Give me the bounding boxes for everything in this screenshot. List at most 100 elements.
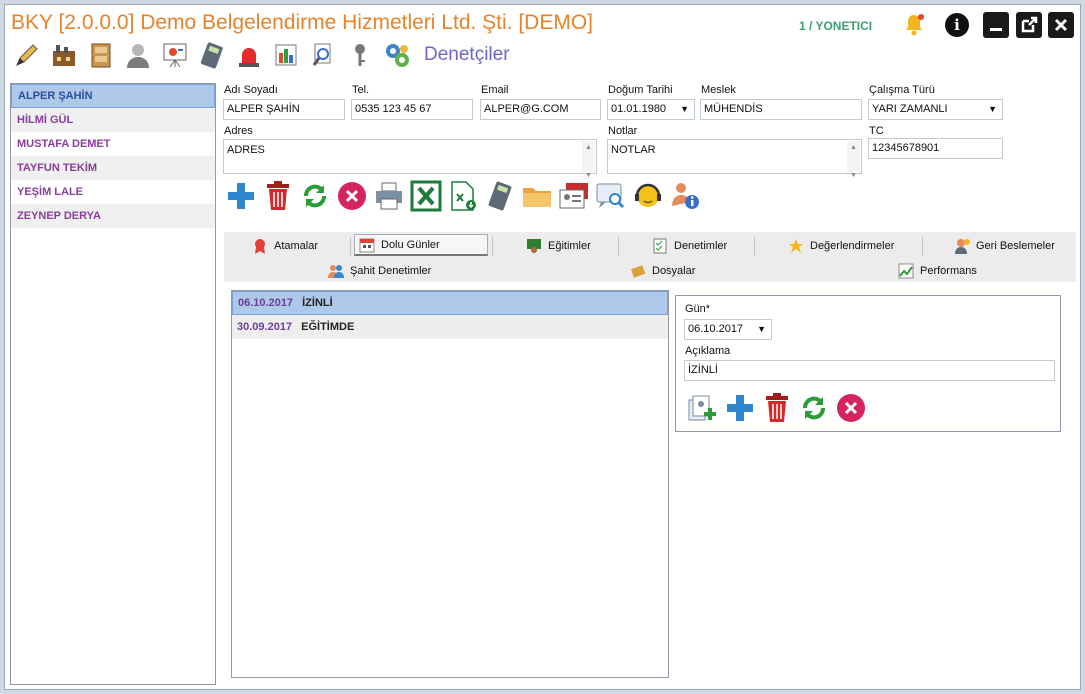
alarm-light-icon[interactable] <box>233 39 265 71</box>
description-label: Açıklama <box>685 345 731 357</box>
divider <box>922 237 923 256</box>
folder-icon[interactable] <box>520 179 554 213</box>
print-button[interactable] <box>372 179 406 213</box>
tab-sahit-denetimler[interactable]: Şahit Denetimler <box>324 260 464 282</box>
add-button[interactable] <box>224 179 258 213</box>
cabinet-icon[interactable] <box>85 39 117 71</box>
presentation-icon[interactable] <box>159 39 191 71</box>
list-item[interactable]: MUSTAFA DEMET <box>11 132 215 156</box>
id-card-icon[interactable] <box>557 179 591 213</box>
refresh-button[interactable] <box>298 179 332 213</box>
address-label: Adres <box>224 125 253 137</box>
birthdate-value: 01.01.1980 <box>611 103 667 115</box>
scrollbar[interactable]: ▲ ▼ <box>847 141 860 179</box>
description-field[interactable]: İZİNLİ <box>684 360 1055 381</box>
address-value: ADRES <box>227 144 265 156</box>
day-label: Gün* <box>685 303 711 315</box>
tc-label: TC <box>869 125 884 137</box>
list-item[interactable]: HİLMİ GÜL <box>11 108 215 132</box>
gears-icon[interactable] <box>381 39 413 71</box>
chevron-down-icon[interactable]: ▼ <box>988 100 997 119</box>
tab-dolu-gunler[interactable]: Dolu Günler <box>354 234 488 256</box>
files-icon <box>630 263 646 279</box>
name-field[interactable]: ALPER ŞAHİN <box>223 99 345 120</box>
calculator-icon[interactable] <box>483 179 517 213</box>
key-icon[interactable] <box>344 39 376 71</box>
window-title: BKY [2.0.0.0] Demo Belgelendirme Hizmetl… <box>11 11 594 34</box>
popout-button[interactable] <box>1016 12 1042 38</box>
tab-dosyalar[interactable]: Dosyalar <box>626 260 726 282</box>
job-label: Meslek <box>701 84 736 96</box>
tab-atamalar[interactable]: Atamalar <box>248 235 348 257</box>
chevron-down-icon[interactable]: ▼ <box>680 100 689 119</box>
current-user[interactable]: 1 / YONETICI <box>799 19 872 33</box>
tc-field[interactable]: 12345678901 <box>868 138 1003 159</box>
tab-degerlendirmeler[interactable]: Değerlendirmeler <box>784 235 924 257</box>
close-window-button[interactable] <box>1048 12 1074 38</box>
notes-value: NOTLAR <box>611 144 656 156</box>
action-toolbar <box>224 179 702 213</box>
busy-days-list: 06.10.2017 İZİNLİ 30.09.2017 EĞİTİMDE <box>231 290 669 678</box>
add-button[interactable] <box>723 391 756 424</box>
divider <box>350 237 351 256</box>
email-field[interactable]: ALPER@G.COM <box>480 99 601 120</box>
list-item[interactable]: ALPER ŞAHİN <box>11 84 215 108</box>
birthdate-picker[interactable]: 01.01.1980 ▼ <box>607 99 695 120</box>
worktype-select[interactable]: YARI ZAMANLI ▼ <box>868 99 1003 120</box>
info-icon[interactable]: i <box>945 13 969 37</box>
day-picker[interactable]: 06.10.2017 ▼ <box>684 319 772 340</box>
feedback-user-icon <box>954 238 970 254</box>
person-icon[interactable] <box>122 39 154 71</box>
detail-toolbar <box>686 391 867 424</box>
tab-denetimler[interactable]: Denetimler <box>648 235 758 257</box>
excel-icon[interactable] <box>409 179 443 213</box>
phone-field[interactable]: 0535 123 45 67 <box>351 99 473 120</box>
bell-icon[interactable] <box>901 12 927 38</box>
tab-performans[interactable]: Performans <box>894 260 1004 282</box>
training-icon <box>526 238 542 254</box>
delete-button[interactable] <box>261 179 295 213</box>
copy-add-button[interactable] <box>686 391 719 424</box>
message-search-icon[interactable] <box>594 179 628 213</box>
day-description: EĞİTİMDE <box>301 321 355 333</box>
factory-icon[interactable] <box>48 39 80 71</box>
list-item[interactable]: YEŞİM LALE <box>11 180 215 204</box>
edit-icon[interactable] <box>11 39 43 71</box>
day-date: 06.10.2017 <box>238 297 294 309</box>
tab-label: Dosyalar <box>652 265 696 277</box>
minimize-button[interactable] <box>983 12 1009 38</box>
tab-label: Şahit Denetimler <box>350 265 432 277</box>
search-doc-icon[interactable] <box>307 39 339 71</box>
tab-label: Atamalar <box>274 240 319 252</box>
users-icon <box>328 263 344 279</box>
checklist-icon <box>652 238 668 254</box>
tab-bar: Atamalar Dolu Günler Eğitimler Denetimle… <box>224 232 1076 282</box>
delete-button[interactable] <box>760 391 793 424</box>
table-row[interactable]: 30.09.2017 EĞİTİMDE <box>232 315 668 339</box>
cancel-button[interactable] <box>335 179 369 213</box>
chart-icon[interactable] <box>270 39 302 71</box>
divider <box>618 237 619 256</box>
cancel-button[interactable] <box>834 391 867 424</box>
tab-geri-beslemeler[interactable]: Geri Beslemeler <box>950 235 1076 257</box>
address-field[interactable]: ADRES ▲ ▼ <box>223 139 597 179</box>
user-info-icon[interactable] <box>668 179 702 213</box>
refresh-button[interactable] <box>797 391 830 424</box>
list-item[interactable]: ZEYNEP DERYA <box>11 204 215 228</box>
table-row[interactable]: 06.10.2017 İZİNLİ <box>232 291 668 315</box>
name-label: Adı Soyadı <box>224 84 278 96</box>
tab-label: Geri Beslemeler <box>976 240 1055 252</box>
calculator-icon[interactable] <box>196 39 228 71</box>
excel-export-icon[interactable] <box>446 179 480 213</box>
job-field[interactable]: MÜHENDİS <box>700 99 862 120</box>
tab-label: Eğitimler <box>548 240 591 252</box>
notes-field[interactable]: NOTLAR ▲ ▼ <box>607 139 862 179</box>
list-item[interactable]: TAYFUN TEKİM <box>11 156 215 180</box>
day-detail-panel: Gün* 06.10.2017 ▼ Açıklama İZİNLİ <box>675 295 1061 432</box>
support-icon[interactable] <box>631 179 665 213</box>
scrollbar[interactable]: ▲ ▼ <box>582 141 595 179</box>
day-date: 30.09.2017 <box>237 321 293 333</box>
chevron-down-icon[interactable]: ▼ <box>757 320 766 339</box>
tab-egitimler[interactable]: Eğitimler <box>522 235 622 257</box>
tab-label: Dolu Günler <box>381 238 440 251</box>
